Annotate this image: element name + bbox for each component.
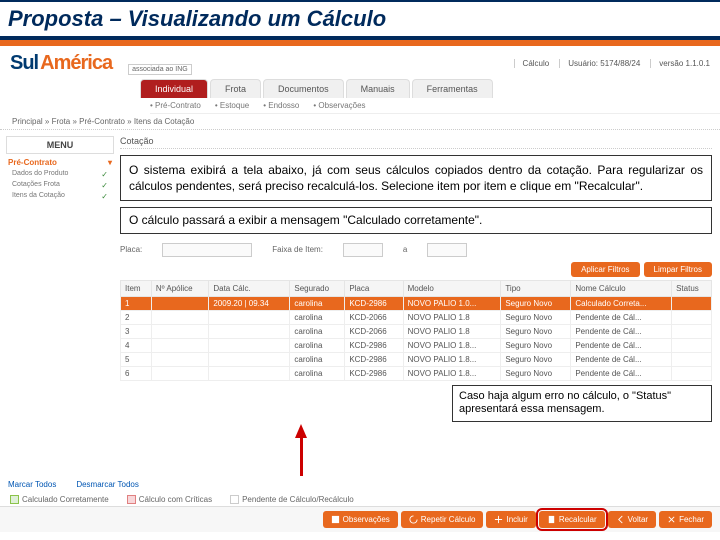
incluir-button[interactable]: Incluir: [486, 511, 535, 528]
th-data[interactable]: Data Cálc.: [209, 280, 290, 296]
tab-manuais[interactable]: Manuais: [346, 79, 410, 98]
bottom-toolbar: Observações Repetir Cálculo Incluir Reca…: [0, 506, 720, 532]
menu-section[interactable]: Pré-Contrato ▾: [6, 154, 114, 169]
section-cotacao: Cotação: [120, 134, 712, 149]
breadcrumb: Principal » Frota » Pré-Contrato » Itens…: [0, 114, 720, 130]
note-icon: [331, 515, 340, 524]
instruction-box-1: O sistema exibirá a tela abaixo, já com …: [120, 155, 712, 201]
input-faixa-from[interactable]: [343, 243, 383, 257]
logo-america: América: [40, 52, 112, 75]
fechar-button[interactable]: Fechar: [659, 511, 712, 528]
table-row[interactable]: 5carolinaKCD-2986NOVO PALIO 1.8...Seguro…: [121, 352, 712, 366]
slide-title: Proposta – Visualizando um Cálculo: [8, 6, 712, 32]
th-placa[interactable]: Placa: [345, 280, 403, 296]
th-modelo[interactable]: Modelo: [403, 280, 501, 296]
table-row[interactable]: 12009.20 | 09.34carolinaKCD-2986NOVO PAL…: [121, 296, 712, 310]
app-header: Sul América associada ao ING Cálculo Usu…: [0, 46, 720, 79]
legend-pend-icon: [230, 495, 239, 504]
sub-tabs: Pré-Contrato Estoque Endosso Observações: [150, 98, 720, 114]
check-icon: ✓: [101, 192, 108, 201]
filter-row: Placa: Faixa de Item: a: [120, 240, 712, 260]
legend: Calculado Corretamente Cálculo com Críti…: [0, 493, 720, 506]
tab-ferramentas[interactable]: Ferramentas: [412, 79, 493, 98]
table-row[interactable]: 2carolinaKCD-2066NOVO PALIO 1.8Seguro No…: [121, 310, 712, 324]
th-segurado[interactable]: Segurado: [290, 280, 345, 296]
apply-filters-button[interactable]: Aplicar Filtros: [571, 262, 639, 277]
top-calcule[interactable]: Cálculo: [514, 59, 550, 68]
top-versao: versão 1.1.0.1: [650, 59, 710, 68]
check-icon: ✓: [101, 181, 108, 190]
th-apolice[interactable]: Nº Apólice: [151, 280, 208, 296]
slide-header: Proposta – Visualizando um Cálculo: [0, 0, 720, 40]
top-right-info: Cálculo Usuário: 5174/88/24 versão 1.1.0…: [208, 59, 710, 68]
back-icon: [616, 515, 625, 524]
subtab-observacoes[interactable]: Observações: [313, 101, 365, 110]
th-item[interactable]: Item: [121, 280, 152, 296]
calc-table: Item Nº Apólice Data Cálc. Segurado Plac…: [120, 280, 712, 381]
label-faixa: Faixa de Item:: [272, 245, 323, 254]
brand-logo: Sul América: [10, 52, 112, 75]
subtab-estoque[interactable]: Estoque: [215, 101, 249, 110]
chevron-down-icon: ▾: [108, 158, 112, 167]
mark-all-link[interactable]: Marcar Todos: [8, 480, 56, 489]
calc-icon: [547, 515, 556, 524]
observacoes-button[interactable]: Observações: [323, 511, 398, 528]
table-row[interactable]: 4carolinaKCD-2986NOVO PALIO 1.8...Seguro…: [121, 338, 712, 352]
menu-item-cotacoes[interactable]: Cotações Frota✓: [6, 180, 114, 191]
unmark-all-link[interactable]: Desmarcar Todos: [76, 480, 139, 489]
label-placa: Placa:: [120, 245, 142, 254]
sidebar: MENU Pré-Contrato ▾ Dados do Produto✓ Co…: [0, 130, 120, 476]
input-placa[interactable]: [162, 243, 252, 257]
logo-sul: Sul: [10, 52, 38, 75]
annotation-box: Caso haja algum erro no cálculo, o "Stat…: [452, 385, 712, 423]
check-icon: ✓: [101, 170, 108, 179]
legend-ok-icon: [10, 495, 19, 504]
menu-item-itens[interactable]: Itens da Cotação✓: [6, 191, 114, 202]
top-usuario: Usuário: 5174/88/24: [559, 59, 640, 68]
th-status[interactable]: Status: [672, 280, 712, 296]
clear-filters-button[interactable]: Limpar Filtros: [644, 262, 712, 277]
main-tabs: Individual Frota Documentos Manuais Ferr…: [140, 79, 720, 98]
mark-links: Marcar Todos Desmarcar Todos: [0, 476, 720, 493]
tab-documentos[interactable]: Documentos: [263, 79, 344, 98]
th-tipo[interactable]: Tipo: [501, 280, 571, 296]
arrow-stem: [300, 436, 303, 476]
recalcular-button[interactable]: Recalcular: [539, 511, 605, 528]
table-row[interactable]: 3carolinaKCD-2066NOVO PALIO 1.8Seguro No…: [121, 324, 712, 338]
tab-frota[interactable]: Frota: [210, 79, 261, 98]
close-icon: [667, 515, 676, 524]
instruction-box-2: O cálculo passará a exibir a mensagem "C…: [120, 207, 712, 233]
subtab-endosso[interactable]: Endosso: [263, 101, 299, 110]
legend-err-icon: [127, 495, 136, 504]
subtab-precontrato[interactable]: Pré-Contrato: [150, 101, 201, 110]
tab-individual[interactable]: Individual: [140, 79, 208, 98]
menu-item-dados[interactable]: Dados do Produto✓: [6, 169, 114, 180]
menu-header: MENU: [6, 136, 114, 154]
voltar-button[interactable]: Voltar: [608, 511, 656, 528]
plus-icon: [494, 515, 503, 524]
logo-ing: associada ao ING: [128, 64, 192, 75]
repetir-calc-button[interactable]: Repetir Cálculo: [401, 511, 484, 528]
repeat-icon: [409, 515, 418, 524]
th-nomecalc[interactable]: Nome Cálculo: [571, 280, 672, 296]
main-panel: Cotação O sistema exibirá a tela abaixo,…: [120, 130, 720, 476]
input-faixa-to[interactable]: [427, 243, 467, 257]
table-row[interactable]: 6carolinaKCD-2986NOVO PALIO 1.8...Seguro…: [121, 366, 712, 380]
